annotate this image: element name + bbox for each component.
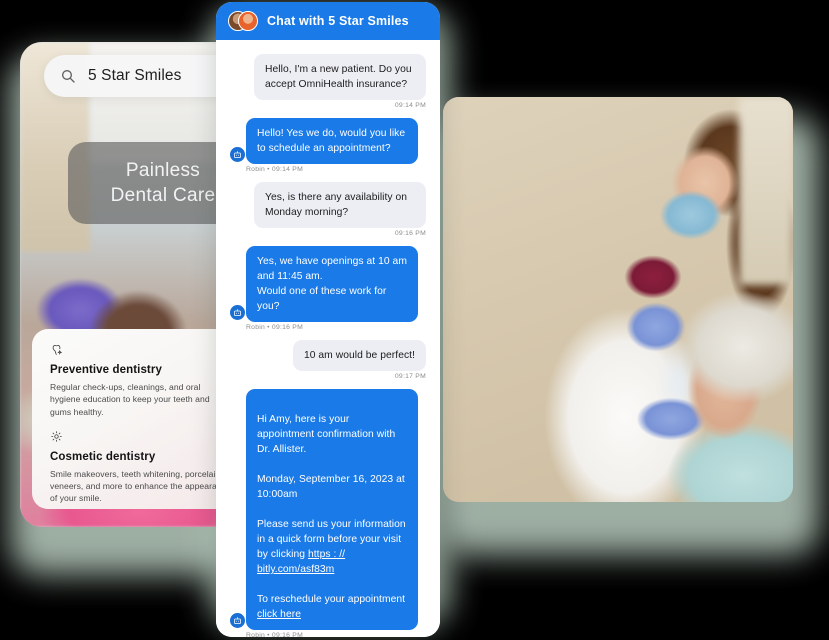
search-input[interactable]: 5 Star Smiles xyxy=(88,67,181,85)
bot-avatar-icon xyxy=(230,305,245,320)
message-timestamp: Robin • 09:14 PM xyxy=(246,166,304,173)
services-card: Preventive dentistry Regular check-ups, … xyxy=(32,329,232,509)
appointment-datetime: Monday, September 16, 2023 at 10:00am xyxy=(257,474,405,500)
message-row: Hello! Yes we do, would you like to sche… xyxy=(230,118,426,164)
photo-window-detail xyxy=(739,97,793,285)
message-row: Hello, I'm a new patient. Do you accept … xyxy=(230,54,426,100)
dentist-with-patient-photo xyxy=(443,97,793,502)
screenshot-stage: Painless Dental Care Preventive dentistr… xyxy=(0,0,829,640)
service-item-preventive: Preventive dentistry Regular check-ups, … xyxy=(50,343,218,418)
reschedule-instructions: To reschedule your appointment xyxy=(257,594,406,605)
message-bubble-incoming-confirmation: Hi Amy, here is your appointment confirm… xyxy=(246,389,418,630)
service-title: Cosmetic dentistry xyxy=(50,450,156,463)
message-timestamp: Robin • 09:16 PM xyxy=(246,324,304,331)
service-description: Smile makeovers, teeth whitening, porcel… xyxy=(50,468,231,504)
message-bubble-outgoing: 10 am would be perfect! xyxy=(292,340,426,371)
message-row: 10 am would be perfect! xyxy=(230,340,426,371)
service-item-cosmetic: Cosmetic dentistry Smile makeovers, teet… xyxy=(50,430,231,505)
chat-panel: Chat with 5 Star Smiles Hello, I'm a new… xyxy=(216,2,440,637)
tooth-sparkle-icon xyxy=(50,343,218,357)
message-bubble-incoming: Hello! Yes we do, would you like to sche… xyxy=(246,118,418,164)
bot-avatar-icon xyxy=(230,613,245,628)
dentist-photo-panel xyxy=(443,97,793,502)
sparkle-sun-icon xyxy=(50,430,218,444)
message-timestamp: 09:16 PM xyxy=(394,230,426,237)
hero-title-line-1: Painless xyxy=(125,160,201,181)
search-bar[interactable]: 5 Star Smiles xyxy=(44,55,245,97)
confirmation-intro: Hi Amy, here is your appointment confirm… xyxy=(257,414,396,455)
reschedule-link[interactable]: click here xyxy=(257,609,301,620)
message-row: Yes, we have openings at 10 am and 11:45… xyxy=(230,246,426,322)
bot-avatar-icon xyxy=(230,147,245,162)
chat-message-list[interactable]: Hello, I'm a new patient. Do you accept … xyxy=(216,40,440,637)
agent-avatars xyxy=(228,11,258,31)
hero-title-line-2: Dental Care xyxy=(110,185,216,206)
message-timestamp: 09:17 PM xyxy=(394,373,426,380)
message-bubble-outgoing: Hello, I'm a new patient. Do you accept … xyxy=(254,54,426,100)
service-description: Regular check-ups, cleanings, and oral h… xyxy=(50,382,210,417)
avatar xyxy=(238,11,258,31)
message-row: Yes, is there any availability on Monday… xyxy=(230,182,426,228)
chat-title: Chat with 5 Star Smiles xyxy=(267,14,409,28)
message-bubble-incoming: Yes, we have openings at 10 am and 11:45… xyxy=(246,246,418,322)
message-row: Hi Amy, here is your appointment confirm… xyxy=(230,389,426,630)
service-title: Preventive dentistry xyxy=(50,364,162,376)
message-bubble-outgoing: Yes, is there any availability on Monday… xyxy=(254,182,426,228)
chat-header: Chat with 5 Star Smiles xyxy=(216,2,440,40)
message-timestamp: 09:14 PM xyxy=(394,102,426,109)
clinic-preview-panel: Painless Dental Care Preventive dentistr… xyxy=(20,42,245,527)
search-icon xyxy=(62,70,75,83)
message-timestamp: Robin • 09:16 PM xyxy=(246,632,304,637)
